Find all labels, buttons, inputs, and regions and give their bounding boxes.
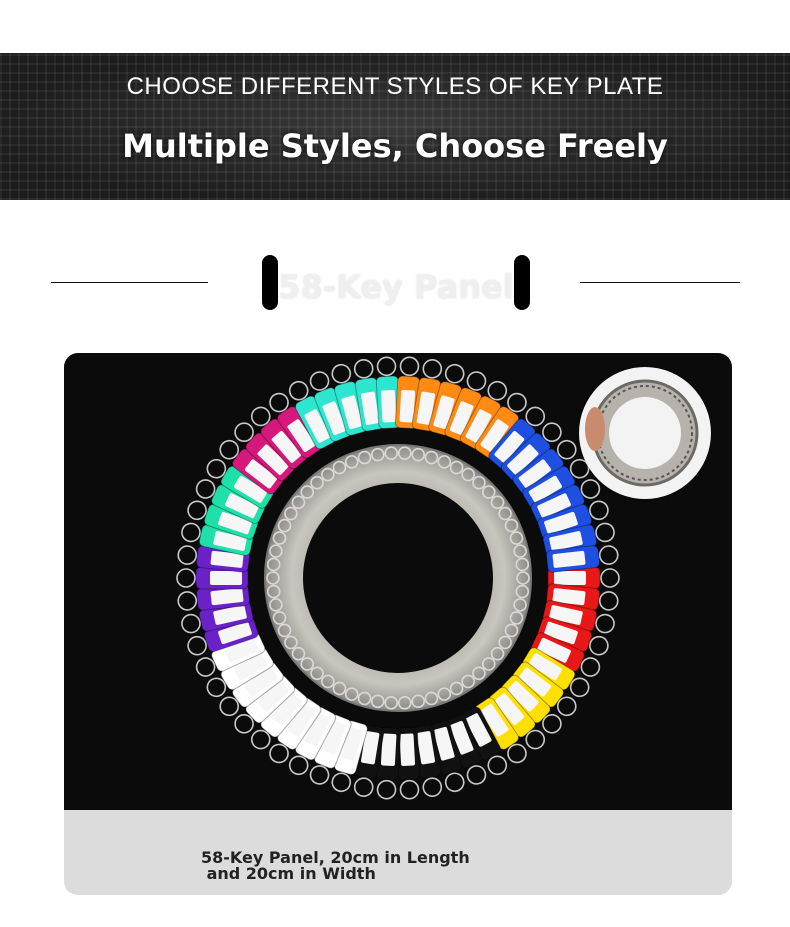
- product-caption: 58-Key Panel, 20cm in Length and 20cm in…: [201, 850, 470, 882]
- hand-shape: [585, 407, 605, 451]
- product-photo: [64, 353, 732, 810]
- header-banner: CHOOSE DIFFERENT STYLES OF KEY PLATE Mul…: [0, 53, 790, 200]
- right-divider: [580, 282, 740, 283]
- product-card: 58-Key Panel, 20cm in Length and 20cm in…: [64, 353, 732, 895]
- panel-detail-image: [585, 379, 699, 487]
- panel-detail-inset: [579, 367, 711, 499]
- banner-title: Multiple Styles, Choose Freely: [122, 127, 668, 165]
- caption-line-2: and 20cm in Width: [201, 864, 376, 883]
- section-heading: 58-Key Panel: [278, 268, 514, 306]
- banner-subtitle: CHOOSE DIFFERENT STYLES OF KEY PLATE: [126, 73, 664, 100]
- left-divider: [51, 282, 208, 283]
- section-heading-pill: 58-Key Panel: [262, 255, 530, 310]
- caption-area: 58-Key Panel, 20cm in Length and 20cm in…: [64, 810, 732, 895]
